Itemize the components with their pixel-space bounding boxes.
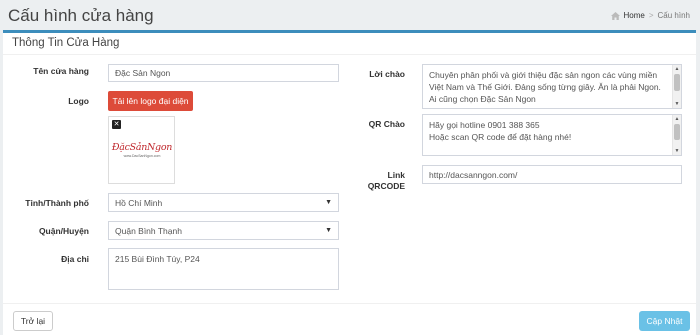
breadcrumb-current: Cấu hình xyxy=(657,11,690,20)
qr-link-label: Link QRCODE xyxy=(333,170,405,192)
logo-image-subtext: www.DacSanNgon.com xyxy=(123,154,161,158)
store-name-input[interactable]: Đặc Sản Ngon xyxy=(108,64,339,82)
greeting-textarea[interactable]: Chuyên phân phối và giới thiệu đặc sản n… xyxy=(422,64,682,109)
scroll-down-icon[interactable]: ▼ xyxy=(673,100,681,108)
home-icon xyxy=(610,11,620,20)
province-select[interactable]: Hồ Chí Minh ▼ xyxy=(108,193,339,212)
address-textarea[interactable]: 215 Bùi Đình Túy, P24 xyxy=(108,248,339,290)
scroll-up-icon[interactable]: ▲ xyxy=(673,115,681,123)
greeting-text: Chuyên phân phối và giới thiệu đặc sản n… xyxy=(429,70,661,104)
footer-divider xyxy=(3,303,696,304)
district-label: Quận/Huyện xyxy=(38,226,89,236)
district-select[interactable]: Quận Bình Thạnh ▼ xyxy=(108,221,339,240)
scroll-thumb[interactable] xyxy=(674,74,680,91)
logo-label: Logo xyxy=(68,96,89,106)
qr-greeting-scrollbar[interactable]: ▲ ▼ xyxy=(672,115,681,155)
greeting-scrollbar[interactable]: ▲ ▼ xyxy=(672,65,681,108)
logo-image-text: ĐặcSảnNgon xyxy=(111,142,173,153)
logo-preview: ✕ ĐặcSảnNgon www.DacSanNgon.com xyxy=(108,116,175,184)
qr-link-input[interactable]: http://dacsanngon.com/ xyxy=(422,165,682,184)
greeting-label: Lời chào xyxy=(369,69,405,79)
close-icon[interactable]: ✕ xyxy=(112,120,121,129)
qr-greeting-label: QR Chào xyxy=(368,119,405,129)
update-button[interactable]: Cập Nhật xyxy=(639,311,690,331)
panel-title: Thông Tin Cửa Hàng xyxy=(3,33,696,55)
caret-down-icon: ▼ xyxy=(325,227,332,234)
page-title: Cấu hình cửa hàng xyxy=(8,6,154,25)
qr-link-label-line2: QRCODE xyxy=(367,181,405,191)
scroll-down-icon[interactable]: ▼ xyxy=(673,147,681,155)
qr-greeting-line1: Hãy gọi hotline 0901 388 365 xyxy=(429,120,540,130)
scroll-thumb[interactable] xyxy=(674,124,680,140)
qr-link-label-line1: Link xyxy=(387,170,405,180)
province-select-value: Hồ Chí Minh xyxy=(115,197,163,208)
province-label: Tỉnh/Thành phố xyxy=(25,198,89,208)
breadcrumb: Home > Cấu hình xyxy=(610,11,690,20)
district-select-value: Quận Bình Thạnh xyxy=(115,225,182,236)
back-button[interactable]: Trở lại xyxy=(13,311,53,331)
breadcrumb-home-link[interactable]: Home xyxy=(624,11,645,20)
qr-greeting-textarea[interactable]: Hãy gọi hotline 0901 388 365 Hoặc scan Q… xyxy=(422,114,682,156)
upload-logo-button[interactable]: Tải lên logo đại diện xyxy=(108,91,193,111)
scroll-up-icon[interactable]: ▲ xyxy=(673,65,681,73)
store-info-panel: Thông Tin Cửa Hàng Tên cửa hàng Đặc Sản … xyxy=(3,30,696,335)
store-name-label: Tên cửa hàng xyxy=(33,66,89,76)
breadcrumb-separator-icon: > xyxy=(648,11,654,20)
caret-down-icon: ▼ xyxy=(325,199,332,206)
qr-greeting-line2: Hoặc scan QR code để đặt hàng nhé! xyxy=(429,132,572,142)
address-label: Địa chỉ xyxy=(61,254,89,264)
